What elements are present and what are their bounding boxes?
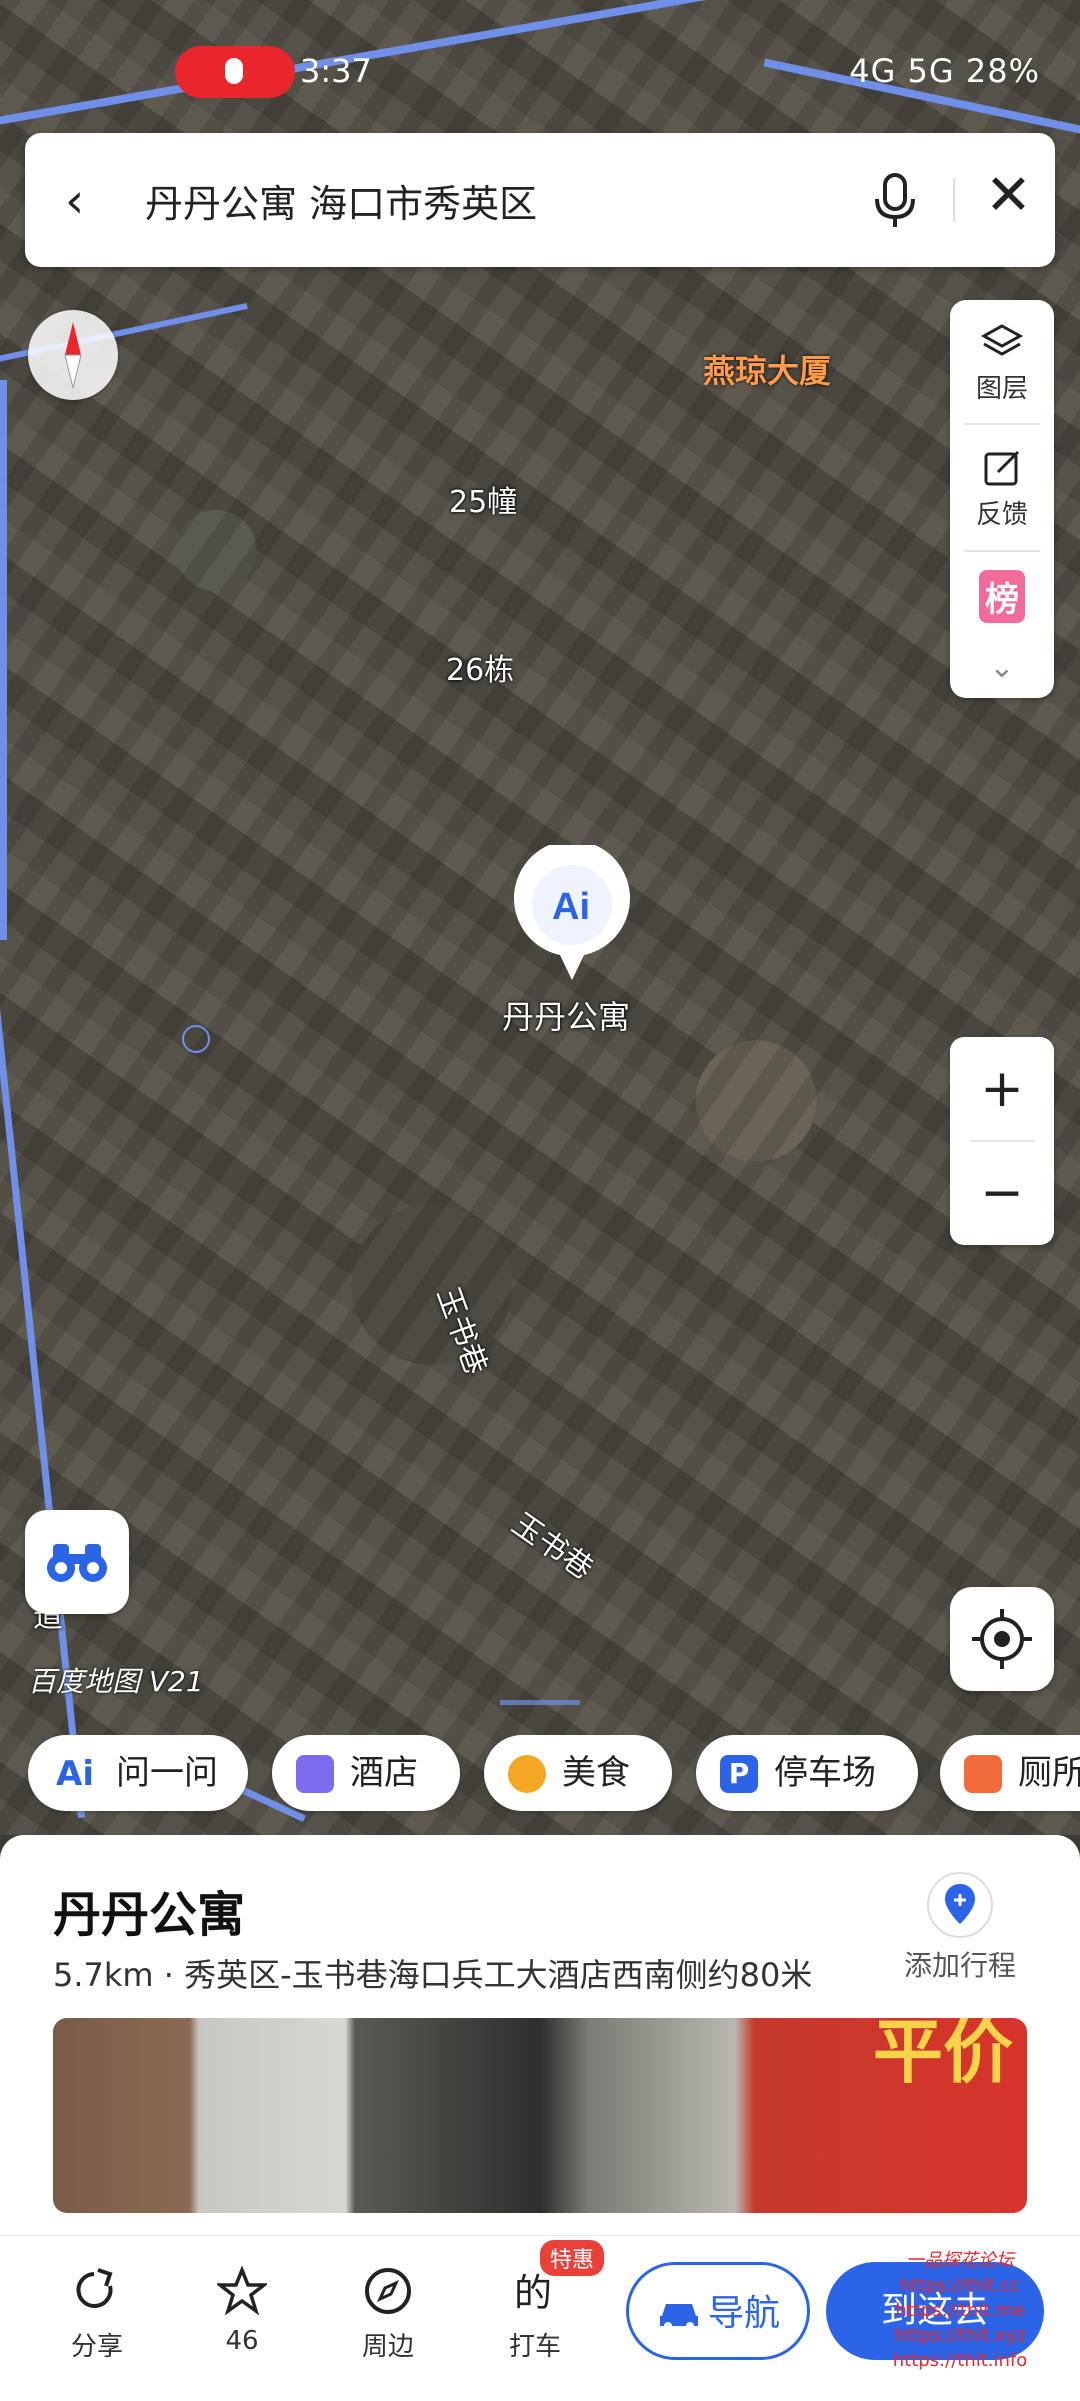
navigate-button[interactable]: 导航 (626, 2262, 810, 2360)
map-brand: 百度地图 V21 (28, 1665, 204, 1698)
building-label-yanqiong[interactable]: 燕琼大厦 (703, 346, 831, 392)
layers-icon (980, 324, 1024, 356)
svg-text:的: 的 (514, 2271, 552, 2315)
building-label-26[interactable]: 26栋 (446, 645, 514, 689)
recording-indicator[interactable] (175, 46, 295, 98)
pin-ai-text: Ai (552, 886, 590, 928)
chevron-down-icon[interactable]: ⌄ (950, 650, 1054, 685)
nearby-label: 周边 (361, 2332, 414, 2362)
zoom-out-button[interactable]: − (950, 1141, 1054, 1245)
navigate-label: 导航 (707, 2293, 780, 2334)
add-trip-button[interactable]: 添加行程 (900, 1870, 1020, 1984)
place-card[interactable]: 丹丹公寓 5.7km · 秀英区-玉书巷海口兵工大酒店西南侧约80米 添加行程 … (0, 1835, 1080, 2235)
watermark-line-2: https://thlt.cc (899, 2275, 1021, 2296)
chip-ask[interactable]: Ai 问一问 (28, 1735, 248, 1811)
compass-nav-icon (365, 2268, 411, 2314)
search-divider (953, 178, 955, 222)
zoom-controls: + − (950, 1037, 1054, 1245)
place-pin[interactable]: Ai (512, 840, 632, 985)
search-bar[interactable]: ‹ 丹丹公寓 海口市秀英区 ✕ (25, 133, 1055, 267)
watermark: 一品探花论坛 https://thlt.cc https://thlt.me h… (850, 2248, 1070, 2373)
search-query[interactable]: 丹丹公寓 海口市秀英区 (145, 173, 537, 228)
share-icon (76, 2268, 113, 2308)
side-divider-2 (964, 550, 1040, 552)
zoom-in-button[interactable]: + (950, 1037, 1054, 1141)
chip-parking[interactable]: P 停车场 (696, 1735, 918, 1811)
place-photo[interactable]: 平价 (53, 2018, 1027, 2213)
status-right: 4G 5G 28% (849, 52, 1040, 90)
layers-button[interactable]: 图层 (950, 322, 1054, 405)
category-chips: Ai 问一问 酒店 美食 P 停车场 厕所 (0, 1735, 1080, 1815)
microphone-icon[interactable] (870, 171, 920, 235)
pin-label[interactable]: 丹丹公寓 (502, 992, 630, 1038)
rank-icon: 榜 (979, 570, 1025, 623)
favorite-count: 46 (225, 2326, 259, 2356)
nearby-button[interactable]: 周边 (333, 2266, 443, 2363)
add-trip-label: 添加行程 (903, 1949, 1016, 1982)
map-tools-panel: 图层 反馈 榜 ⌄ (950, 300, 1054, 698)
place-detail: 5.7km · 秀英区-玉书巷海口兵工大酒店西南侧约80米 (53, 1956, 813, 1994)
car-icon (659, 2304, 698, 2330)
star-icon (217, 2266, 267, 2316)
chip-ask-label: 问一问 (116, 1753, 218, 1793)
status-time: 3:37 (300, 52, 372, 90)
hotel-icon (296, 1755, 334, 1793)
food-icon (508, 1755, 546, 1793)
close-icon[interactable]: ✕ (985, 163, 1032, 228)
chip-toilet-label: 厕所 (1018, 1753, 1080, 1793)
toilet-icon (964, 1755, 1002, 1793)
watermark-line-5: https://thlt.info (892, 2350, 1028, 2371)
building-label-25[interactable]: 25幢 (449, 477, 517, 521)
locate-icon (972, 1609, 1032, 1669)
taxi-button[interactable]: 的 打车 (480, 2266, 590, 2363)
road-scale (500, 1700, 580, 1705)
rank-button[interactable]: 榜 (950, 570, 1054, 623)
chip-parking-label: 停车场 (774, 1753, 876, 1793)
poi-ring[interactable] (182, 1025, 210, 1053)
add-trip-icon (927, 1872, 993, 1938)
taxi-badge: 特惠 (540, 2240, 605, 2276)
ai-icon: Ai (56, 1754, 94, 1794)
watermark-line-1: 一品探花论坛 (906, 2250, 1014, 2271)
share-button[interactable]: 分享 (42, 2266, 152, 2363)
binoculars-button[interactable] (25, 1510, 129, 1614)
layers-label: 图层 (975, 374, 1028, 404)
taxi-label: 打车 (508, 2332, 561, 2362)
compass-icon[interactable] (28, 310, 118, 400)
status-bar: 3:37 4G 5G 28% (0, 40, 1080, 110)
chip-food[interactable]: 美食 (484, 1735, 672, 1811)
binoculars-icon (47, 1544, 107, 1582)
chip-food-label: 美食 (562, 1753, 630, 1793)
watermark-line-3: https://thlt.me (895, 2300, 1025, 2321)
side-divider-1 (964, 423, 1040, 425)
parking-icon: P (720, 1755, 758, 1793)
feedback-button[interactable]: 反馈 (950, 448, 1054, 531)
feedback-label: 反馈 (975, 500, 1028, 530)
watermark-line-4: https://thlt.xyz (894, 2325, 1026, 2346)
share-label: 分享 (70, 2332, 123, 2362)
favorite-button[interactable]: 46 (187, 2266, 297, 2356)
photo-sign-text: 平价 (873, 2018, 1013, 2093)
chip-toilet[interactable]: 厕所 (940, 1735, 1080, 1811)
chip-hotel-label: 酒店 (350, 1753, 418, 1793)
road-left-vertical-2 (0, 380, 7, 940)
place-title: 丹丹公寓 (53, 1887, 246, 1943)
back-icon[interactable]: ‹ (65, 173, 84, 229)
chip-hotel[interactable]: 酒店 (272, 1735, 460, 1811)
edit-icon (984, 450, 1020, 486)
locate-button[interactable] (950, 1587, 1054, 1691)
